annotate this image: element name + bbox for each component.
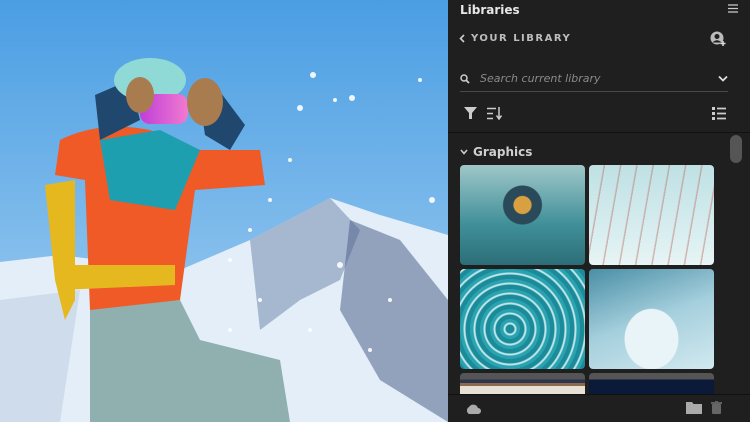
- skier-photo: [0, 0, 448, 422]
- search-input[interactable]: [480, 72, 708, 85]
- panel-title: Libraries: [460, 3, 520, 17]
- library-name: YOUR LIBRARY: [471, 33, 572, 44]
- hamburger-menu-icon[interactable]: [728, 4, 738, 13]
- folder-icon[interactable]: [686, 401, 702, 414]
- back-to-libraries-button[interactable]: YOUR LIBRARY: [459, 33, 571, 44]
- cloud-icon[interactable]: [465, 403, 482, 414]
- graphic-thumbnail[interactable]: [589, 165, 714, 265]
- libraries-panel: Libraries YOUR LIBRARY Graphics: [448, 0, 750, 422]
- graphics-grid: [460, 165, 714, 395]
- toolbar: [464, 104, 726, 122]
- chevron-down-icon: [460, 149, 468, 155]
- search-icon: [460, 73, 470, 84]
- panel-footer: [448, 394, 750, 422]
- section-label: Graphics: [473, 145, 533, 159]
- section-graphics-toggle[interactable]: Graphics: [460, 145, 532, 159]
- library-content: Graphics: [448, 132, 750, 395]
- graphic-thumbnail[interactable]: [460, 165, 585, 265]
- sort-icon[interactable]: [487, 106, 502, 120]
- add-user-icon[interactable]: [710, 31, 726, 47]
- graphic-thumbnail[interactable]: [589, 269, 714, 369]
- graphic-thumbnail[interactable]: [460, 373, 585, 395]
- scrollbar-thumb[interactable]: [730, 135, 742, 163]
- chevron-down-icon[interactable]: [718, 75, 728, 82]
- graphic-thumbnail[interactable]: [460, 269, 585, 369]
- list-view-icon[interactable]: [712, 106, 726, 120]
- chevron-left-icon: [459, 34, 465, 43]
- filter-icon[interactable]: [464, 107, 477, 119]
- trash-icon[interactable]: [711, 401, 722, 414]
- graphic-thumbnail[interactable]: [589, 373, 714, 395]
- search-bar: [460, 66, 728, 92]
